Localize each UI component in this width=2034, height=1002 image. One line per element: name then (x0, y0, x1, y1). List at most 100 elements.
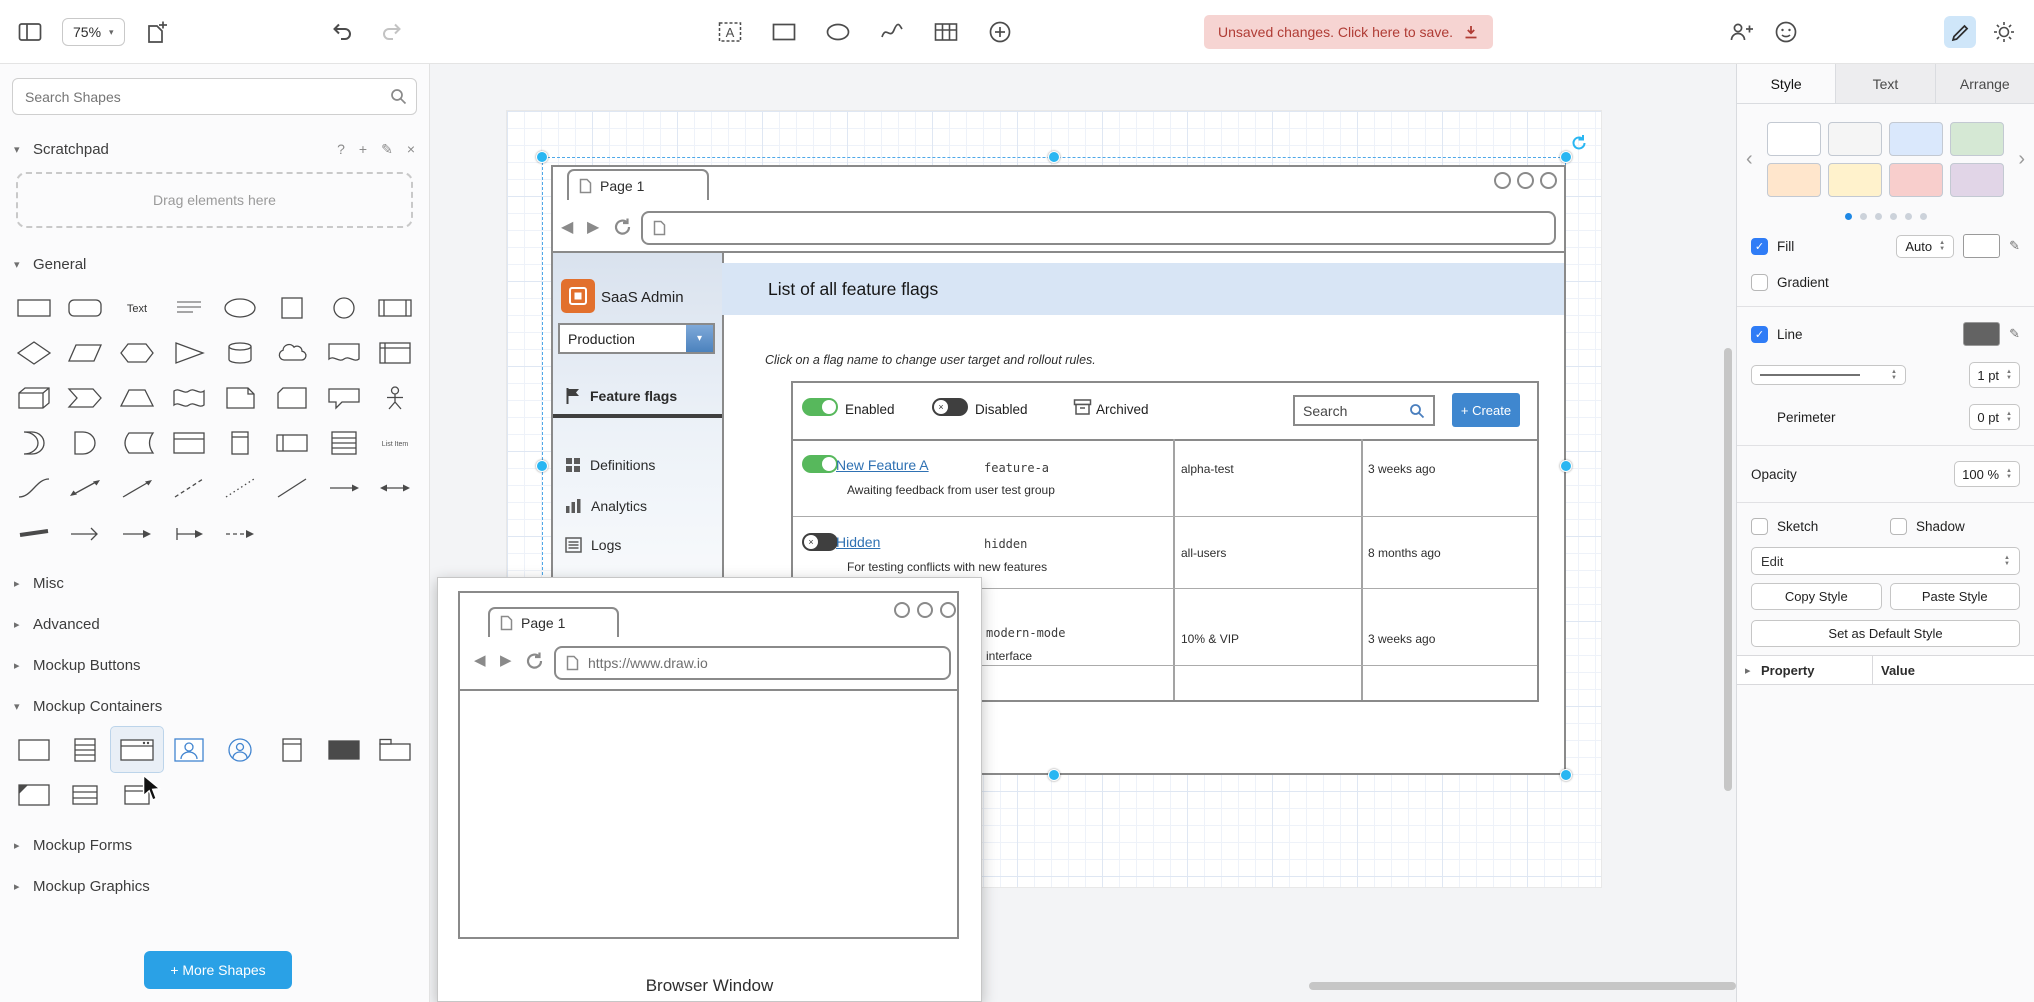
chevron-left-icon[interactable]: ‹ (1746, 148, 1753, 171)
style-swatch[interactable] (1828, 122, 1882, 156)
fill-checkbox[interactable]: ✓ (1751, 238, 1768, 255)
shape-dashed-arrow-connector[interactable] (215, 510, 267, 555)
shape-double-arrow[interactable] (369, 465, 421, 510)
section-general[interactable]: ▾ General (0, 244, 429, 285)
set-default-style-button[interactable]: Set as Default Style (1751, 620, 2020, 647)
vertical-scrollbar[interactable] (1724, 348, 1732, 791)
opacity-stepper[interactable]: 100 % ▲▼ (1954, 461, 2020, 487)
section-advanced[interactable]: ▸ Advanced (0, 604, 429, 645)
pagination-dot[interactable] (1890, 213, 1897, 220)
pagination-dot[interactable] (1875, 213, 1882, 220)
shape-arrow-with-tail-bar[interactable] (163, 510, 215, 555)
pagination-dot[interactable] (1860, 213, 1867, 220)
shape-parallelogram[interactable] (60, 330, 112, 375)
shape-list-container[interactable] (60, 727, 112, 772)
line-style-select[interactable]: ▲▼ (1751, 365, 1906, 385)
feedback-icon[interactable] (1770, 16, 1802, 48)
shape-card[interactable] (266, 375, 318, 420)
shape-open-arrow-connector[interactable] (60, 510, 112, 555)
table-tool-icon[interactable] (930, 16, 962, 48)
fill-color-swatch[interactable] (1963, 234, 2000, 258)
shape-diagonal-arrow[interactable] (318, 465, 370, 510)
shape-note[interactable] (215, 375, 267, 420)
shape-line[interactable] (266, 465, 318, 510)
shape-bidirectional-arrow[interactable] (60, 465, 112, 510)
shape-tab-window[interactable] (369, 727, 421, 772)
style-swatch[interactable] (1889, 122, 1943, 156)
shape-and[interactable] (60, 420, 112, 465)
shape-triangle[interactable] (163, 330, 215, 375)
tab-style[interactable]: Style (1737, 64, 1836, 103)
edit-icon[interactable]: ✎ (381, 141, 393, 158)
sketch-checkbox[interactable] (1751, 518, 1768, 535)
shape-rounded-rectangle[interactable] (60, 285, 112, 330)
edit-style-dropdown[interactable]: Edit ▲▼ (1751, 547, 2020, 575)
pagination-dot[interactable] (1905, 213, 1912, 220)
freehand-tool-icon[interactable] (876, 16, 908, 48)
tab-arrange[interactable]: Arrange (1936, 64, 2034, 103)
horizontal-scrollbar[interactable] (1309, 982, 1736, 990)
shape-group-container[interactable] (8, 727, 60, 772)
shape-document[interactable] (318, 330, 370, 375)
selection-handle-ne[interactable] (1560, 151, 1572, 163)
selection-handle-e[interactable] (1560, 460, 1572, 472)
copy-style-button[interactable]: Copy Style (1751, 583, 1882, 610)
shape-vertical-container[interactable] (215, 420, 267, 465)
pagination-dot[interactable] (1920, 213, 1927, 220)
chevron-right-icon[interactable]: › (2018, 148, 2025, 171)
shape-user-circle[interactable] (215, 727, 267, 772)
insert-page-icon[interactable] (141, 16, 173, 48)
shape-filled-arrow-connector[interactable] (111, 510, 163, 555)
shape-arrow[interactable] (111, 465, 163, 510)
line-color-swatch[interactable] (1963, 322, 2000, 346)
section-mockup-graphics[interactable]: ▸ Mockup Graphics (0, 866, 429, 907)
undo-icon[interactable] (326, 16, 358, 48)
style-swatch[interactable] (1950, 122, 2004, 156)
shape-tape[interactable] (163, 375, 215, 420)
perimeter-stepper[interactable]: 0 pt ▲▼ (1969, 404, 2020, 430)
shape-ellipse[interactable] (215, 285, 267, 330)
shape-small-window[interactable] (111, 772, 163, 817)
shape-dashed-line[interactable] (163, 465, 215, 510)
ellipse-tool-icon[interactable] (822, 16, 854, 48)
shape-curve[interactable] (8, 465, 60, 510)
shape-internal-storage[interactable] (369, 330, 421, 375)
style-swatch[interactable] (1828, 163, 1882, 197)
tab-text[interactable]: Text (1836, 64, 1935, 103)
section-mockup-containers[interactable]: ▾ Mockup Containers (0, 686, 429, 727)
toggle-panels-icon[interactable] (14, 16, 46, 48)
shape-corner-panel[interactable] (8, 772, 60, 817)
shape-diamond[interactable] (8, 330, 60, 375)
shape-actor[interactable] (369, 375, 421, 420)
shape-step[interactable] (60, 375, 112, 420)
section-mockup-forms[interactable]: ▸ Mockup Forms (0, 825, 429, 866)
paste-style-button[interactable]: Paste Style (1890, 583, 2021, 610)
zoom-dropdown[interactable]: 75% ▾ (62, 18, 125, 46)
style-swatch[interactable] (1889, 163, 1943, 197)
line-width-stepper[interactable]: 1 pt ▲▼ (1969, 362, 2020, 388)
shape-dark-panel[interactable] (318, 727, 370, 772)
property-header-cell[interactable]: ▸ Property (1737, 656, 1873, 684)
shape-horizontal-container[interactable] (266, 420, 318, 465)
shape-text[interactable]: Text (111, 285, 163, 330)
drawing-canvas[interactable]: Page 1 ◀ ▶ SaaS Admin Production ▾ Featu… (430, 64, 1736, 1002)
shape-circle[interactable] (318, 285, 370, 330)
shape-user-window[interactable] (163, 727, 215, 772)
shadow-checkbox[interactable] (1890, 518, 1907, 535)
shape-or[interactable] (8, 420, 60, 465)
shape-cylinder[interactable] (215, 330, 267, 375)
shape-vertical-window[interactable] (266, 727, 318, 772)
help-icon[interactable]: ? (337, 141, 345, 158)
shape-hexagon[interactable] (111, 330, 163, 375)
section-misc[interactable]: ▸ Misc (0, 563, 429, 604)
shape-square[interactable] (266, 285, 318, 330)
shape-dotted-line[interactable] (215, 465, 267, 510)
shape-cube[interactable] (8, 375, 60, 420)
style-swatch[interactable] (1767, 122, 1821, 156)
shape-data-storage[interactable] (111, 420, 163, 465)
line-checkbox[interactable]: ✓ (1751, 326, 1768, 343)
section-scratchpad[interactable]: ▾ Scratchpad ? + ✎ × (0, 129, 429, 170)
rotate-handle-icon[interactable] (1570, 134, 1588, 152)
shape-small-list[interactable] (60, 772, 112, 817)
search-shapes-input[interactable] (12, 78, 417, 115)
